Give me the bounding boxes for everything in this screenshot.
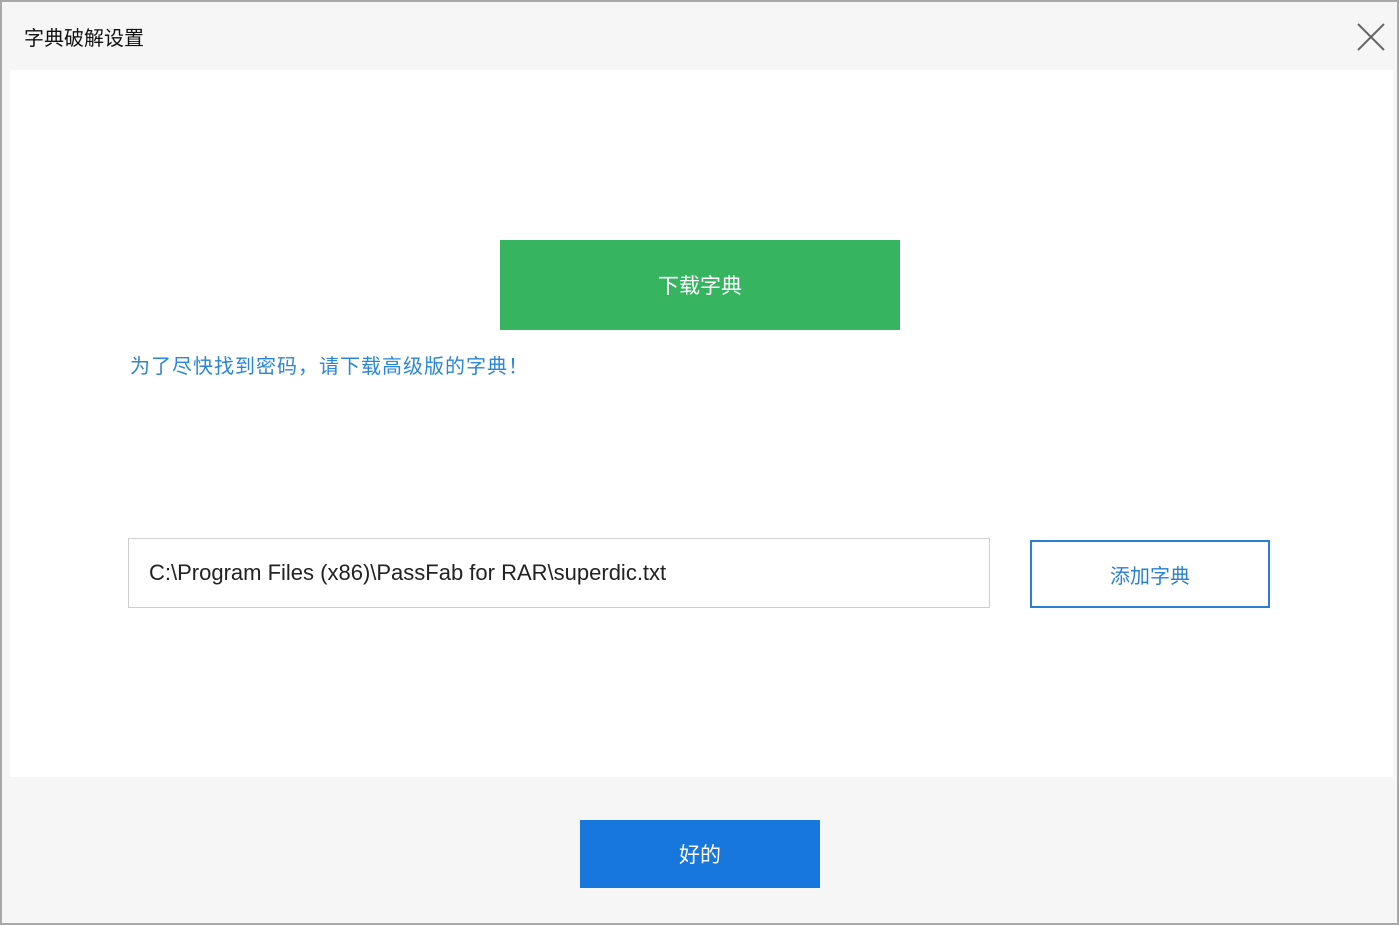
dialog-title: 字典破解设置 xyxy=(24,26,144,50)
dictionary-path-field[interactable]: C:\Program Files (x86)\PassFab for RAR\s… xyxy=(128,538,990,608)
close-icon xyxy=(1357,23,1385,51)
download-dictionary-button[interactable]: 下载字典 xyxy=(500,240,900,330)
close-button[interactable] xyxy=(1354,20,1388,54)
ok-button[interactable]: 好的 xyxy=(580,820,820,888)
upgrade-hint-link[interactable]: 为了尽快找到密码，请下载高级版的字典！ xyxy=(130,350,529,379)
add-dictionary-button[interactable]: 添加字典 xyxy=(1030,540,1270,608)
content-panel xyxy=(10,70,1393,777)
